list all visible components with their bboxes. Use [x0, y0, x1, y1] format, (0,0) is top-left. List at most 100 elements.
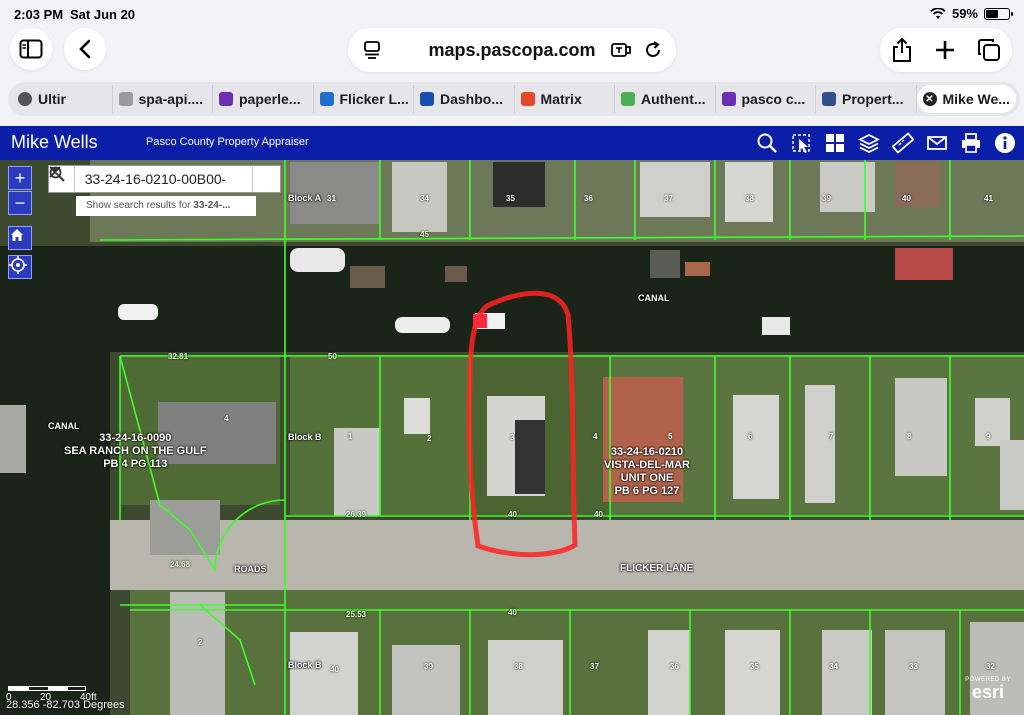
label-block-b-bottom: Block B [288, 660, 322, 670]
app-title: Mike Wells [11, 132, 98, 152]
browser-tab-label: Matrix [540, 91, 582, 107]
browser-tab-label: Mike We... [942, 91, 1010, 107]
map-search: Show search results for 33-24-... [48, 165, 281, 217]
lot-number: 1 [348, 432, 353, 441]
browser-tab[interactable]: paperle... [213, 85, 314, 113]
info-tool-button[interactable] [992, 130, 1018, 156]
leaf-icon [621, 92, 635, 106]
new-tab-icon[interactable] [934, 39, 956, 61]
browser-tab[interactable]: Matrix [515, 85, 615, 113]
browser-tab-label: spa-api.... [138, 91, 204, 107]
lot-number: 38 [514, 662, 523, 671]
yahoo-icon [721, 92, 736, 106]
browser-tab[interactable]: Flicker L... [314, 85, 414, 113]
parcel-right-line: VISTA-DEL-MAR [604, 459, 690, 471]
browser-tab[interactable]: spa-api.... [113, 85, 213, 113]
search-tool-button[interactable] [754, 130, 780, 156]
browser-tab[interactable]: pasco c... [716, 85, 816, 113]
dimension-label: 40 [508, 608, 517, 617]
translate-icon[interactable] [610, 40, 632, 60]
address-bar[interactable]: maps.pascopa.com [348, 28, 676, 72]
label-canal-top: CANAL [638, 293, 670, 303]
browser-tab[interactable]: Propert... [816, 85, 917, 113]
locate-button[interactable] [8, 255, 32, 279]
lot-number: 33 [909, 662, 918, 671]
yahoo-icon [219, 92, 233, 106]
mail-icon [927, 136, 947, 150]
parcel-right-line: PB 6 PG 127 [614, 485, 680, 497]
coordinate-readout: 28.356 -82.703 Degrees [6, 699, 125, 711]
tab-bar: Ultir spa-api.... paperle... Flicker L... Da… [8, 82, 1020, 116]
sidebar-button[interactable] [10, 28, 52, 70]
reload-icon[interactable] [642, 39, 664, 61]
lot-number: 40 [902, 194, 911, 203]
page-menu-icon [364, 41, 380, 59]
lot-number: 35 [750, 662, 759, 671]
lot-number: 36 [584, 194, 593, 203]
search-suggestion[interactable]: Show search results for 33-24-... [76, 196, 256, 216]
search-icon [757, 133, 777, 153]
identify-tool-button[interactable] [788, 130, 814, 156]
parcel-left-line: PB 4 PG 113 [103, 458, 168, 470]
home-button[interactable] [8, 226, 32, 250]
mail-tool-button[interactable] [924, 130, 950, 156]
suggestion-query: 33-24-... [193, 200, 231, 211]
matrix-icon [520, 92, 535, 106]
measure-tool-button[interactable] [890, 130, 916, 156]
share-icon[interactable] [891, 37, 913, 63]
lot-number: 38 [745, 194, 754, 203]
lot-number: 36 [670, 662, 679, 671]
browser-tab-label: Ultir [38, 91, 66, 107]
zoom-out-button[interactable]: − [8, 191, 32, 215]
lot-number: 4 [593, 432, 598, 441]
lot-number: 37 [664, 194, 673, 203]
label-canal-left: CANAL [48, 421, 80, 431]
label-block-a: Block A [288, 193, 322, 203]
search-submit-button[interactable] [49, 166, 280, 192]
print-tool-button[interactable] [958, 130, 984, 156]
dimension-label: 25.53 [346, 610, 367, 619]
status-time: 2:03 PM [14, 7, 64, 22]
lot-number: 31 [327, 194, 336, 203]
browser-tab[interactable]: Dashbo... [414, 85, 515, 113]
browser-tab-label: Authent... [641, 91, 706, 107]
dimension-label: 24.68 [170, 560, 191, 569]
back-button[interactable] [64, 28, 106, 70]
sidebar-icon [19, 39, 43, 59]
browser-tab-label: Flicker L... [339, 91, 409, 107]
lot-number: 34 [829, 662, 838, 671]
lot-number: 2 [198, 638, 203, 647]
lot-number: 7 [829, 432, 834, 441]
lot-number: 35 [506, 194, 515, 203]
grid-tool-button[interactable] [822, 130, 848, 156]
battery-percent: 59% [951, 6, 978, 21]
zoom-in-button[interactable]: + [8, 166, 32, 190]
browser-tab[interactable]: Ultir [12, 85, 113, 113]
parcel-label-right: 33-24-16-0210 VISTA-DEL-MAR UNIT ONE PB … [604, 446, 690, 498]
lot-number: 39 [822, 194, 831, 203]
scale-bar-graphic [8, 686, 86, 691]
url-text: maps.pascopa.com [428, 39, 596, 60]
lot-number: 3 [510, 433, 515, 442]
browser-tab[interactable]: Authent... [615, 85, 716, 113]
status-bar: 2:03 PM Sat Jun 20 59% [0, 0, 1024, 28]
parcel-right-line: UNIT ONE [620, 472, 674, 484]
grid-icon [826, 134, 844, 152]
browser-tab[interactable]: ✕ Mike We... [916, 85, 1016, 113]
map-view[interactable]: Block A Block B Block B CANAL CANAL ROAD… [0, 160, 1024, 715]
letter-a-icon [118, 92, 133, 106]
search-input[interactable] [74, 167, 225, 191]
lot-number: 34 [420, 194, 429, 203]
layers-tool-button[interactable] [856, 130, 882, 156]
header-tools [754, 130, 1018, 156]
search-icon [49, 166, 65, 182]
suggestion-prefix: Show search results for [86, 200, 191, 211]
lot-number: 4 [224, 414, 229, 423]
label-street: FLICKER LANE [620, 563, 694, 574]
parcel-label-left: 33-24-16-0090 SEA RANCH ON THE GULF PB 4… [64, 432, 207, 471]
print-icon [962, 133, 980, 153]
search-row [48, 165, 281, 193]
lot-number: 6 [748, 432, 753, 441]
app-header: Mike Wells Pasco County Property Apprais… [0, 126, 1024, 160]
tab-overview-icon[interactable] [977, 38, 1001, 62]
